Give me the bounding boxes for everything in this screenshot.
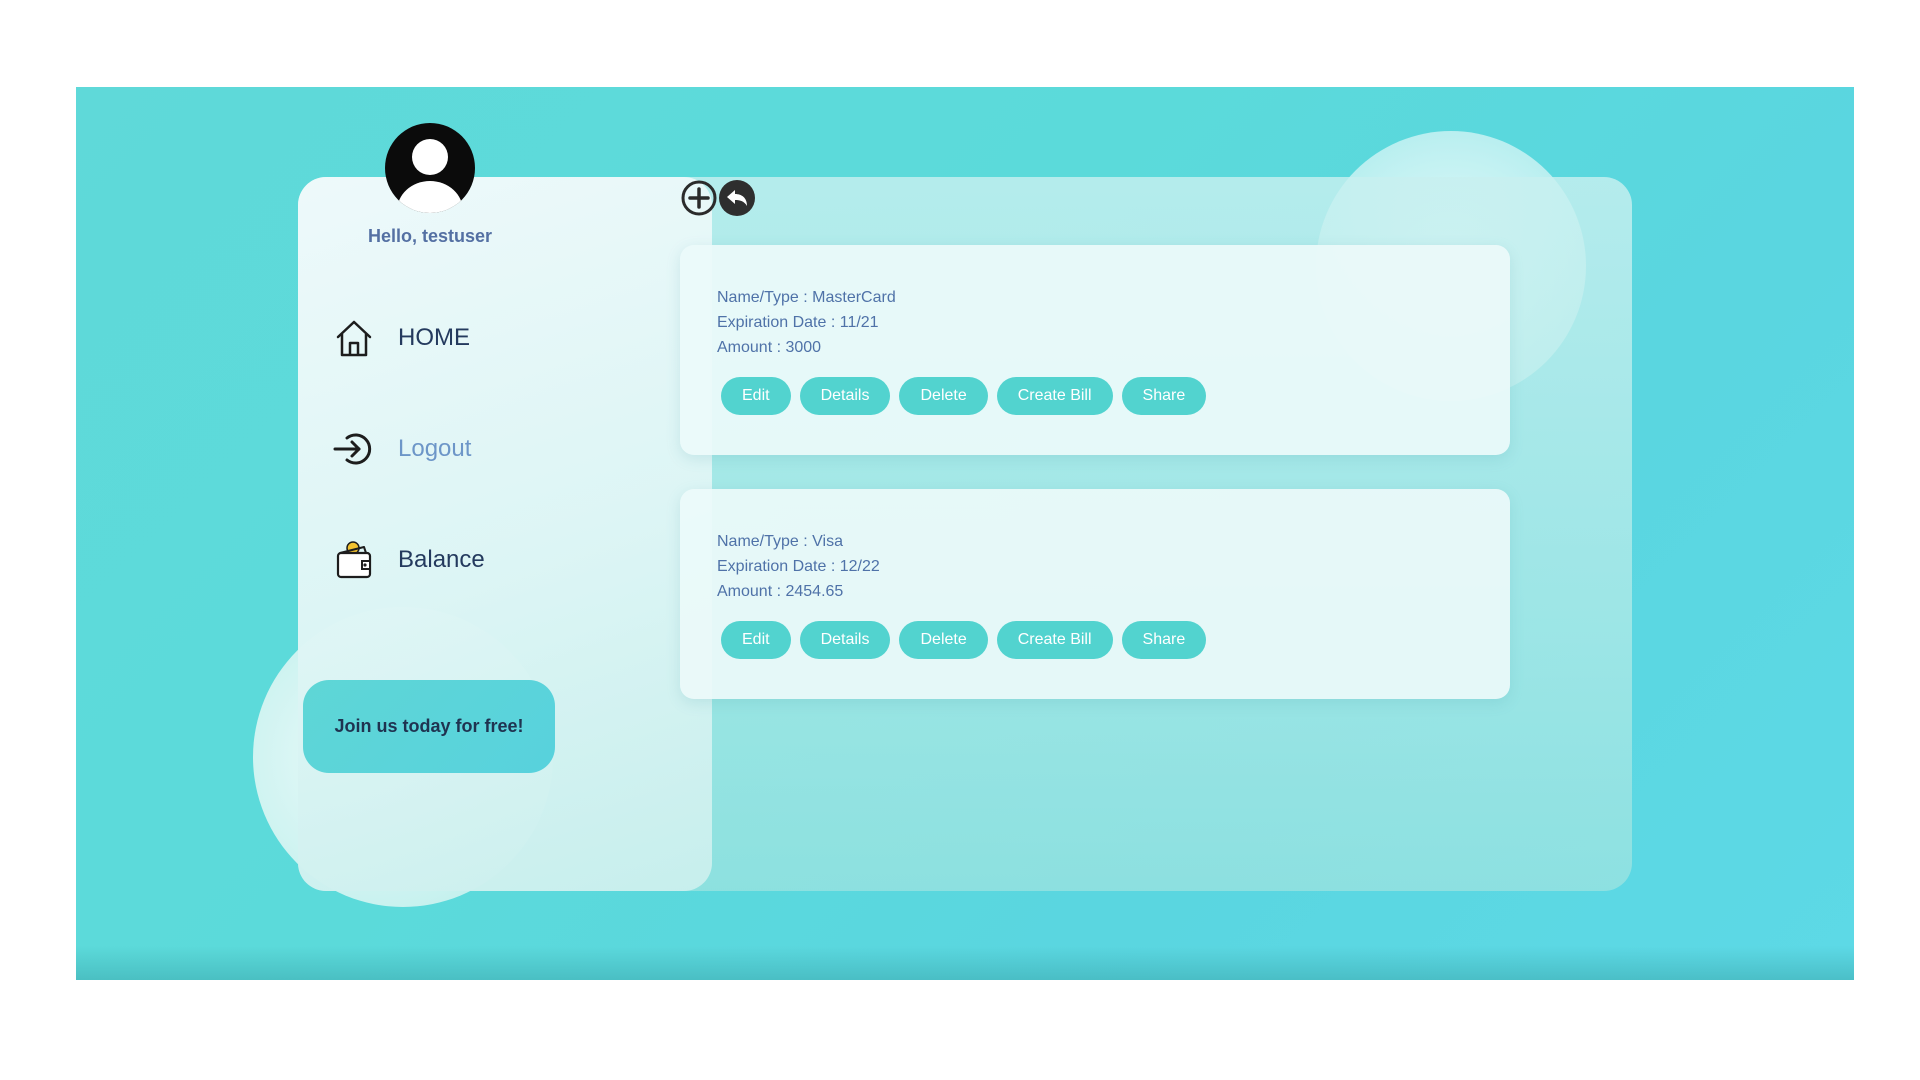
wallet-icon: [332, 538, 376, 582]
card-amount: Amount : 3000: [717, 339, 822, 356]
share-button[interactable]: Share: [1121, 621, 1207, 659]
home-icon: [332, 316, 376, 360]
nav-label-home: HOME: [398, 324, 470, 351]
card-item: Name/Type : MasterCard Expiration Date :…: [680, 245, 1510, 455]
avatar: [385, 119, 475, 217]
join-button[interactable]: Join us today for free!: [303, 680, 555, 773]
card-amount: Amount : 2454.65: [717, 583, 844, 600]
card-actions: Edit Details Delete Create Bill Share: [721, 621, 1215, 659]
reply-icon[interactable]: [718, 179, 756, 217]
card-name-type: Name/Type : Visa: [717, 533, 843, 550]
share-button[interactable]: Share: [1121, 377, 1207, 415]
delete-button[interactable]: Delete: [899, 621, 988, 659]
nav-item-home[interactable]: HOME: [332, 316, 470, 360]
card-expiration: Expiration Date : 12/22: [717, 558, 880, 575]
nav-item-balance[interactable]: Balance: [332, 538, 485, 582]
delete-button[interactable]: Delete: [899, 377, 988, 415]
card-toolbar: [680, 179, 756, 217]
logout-icon: [332, 427, 376, 471]
card-expiration: Expiration Date : 11/21: [717, 314, 879, 331]
card-name-type: Name/Type : MasterCard: [717, 289, 896, 306]
create-bill-button[interactable]: Create Bill: [996, 377, 1113, 415]
greeting-text: Hello, testuser: [367, 226, 493, 246]
create-bill-button[interactable]: Create Bill: [996, 621, 1113, 659]
edit-button[interactable]: Edit: [721, 621, 791, 659]
nav-label-balance: Balance: [398, 546, 485, 573]
card-actions: Edit Details Delete Create Bill Share: [721, 377, 1215, 415]
edit-button[interactable]: Edit: [721, 377, 791, 415]
nav-label-logout: Logout: [398, 435, 472, 462]
details-button[interactable]: Details: [799, 377, 891, 415]
details-button[interactable]: Details: [799, 621, 891, 659]
sidebar: [298, 177, 712, 891]
card-item: Name/Type : Visa Expiration Date : 12/22…: [680, 489, 1510, 699]
nav-item-logout[interactable]: Logout: [332, 427, 471, 471]
plus-circle-icon[interactable]: [680, 179, 718, 217]
